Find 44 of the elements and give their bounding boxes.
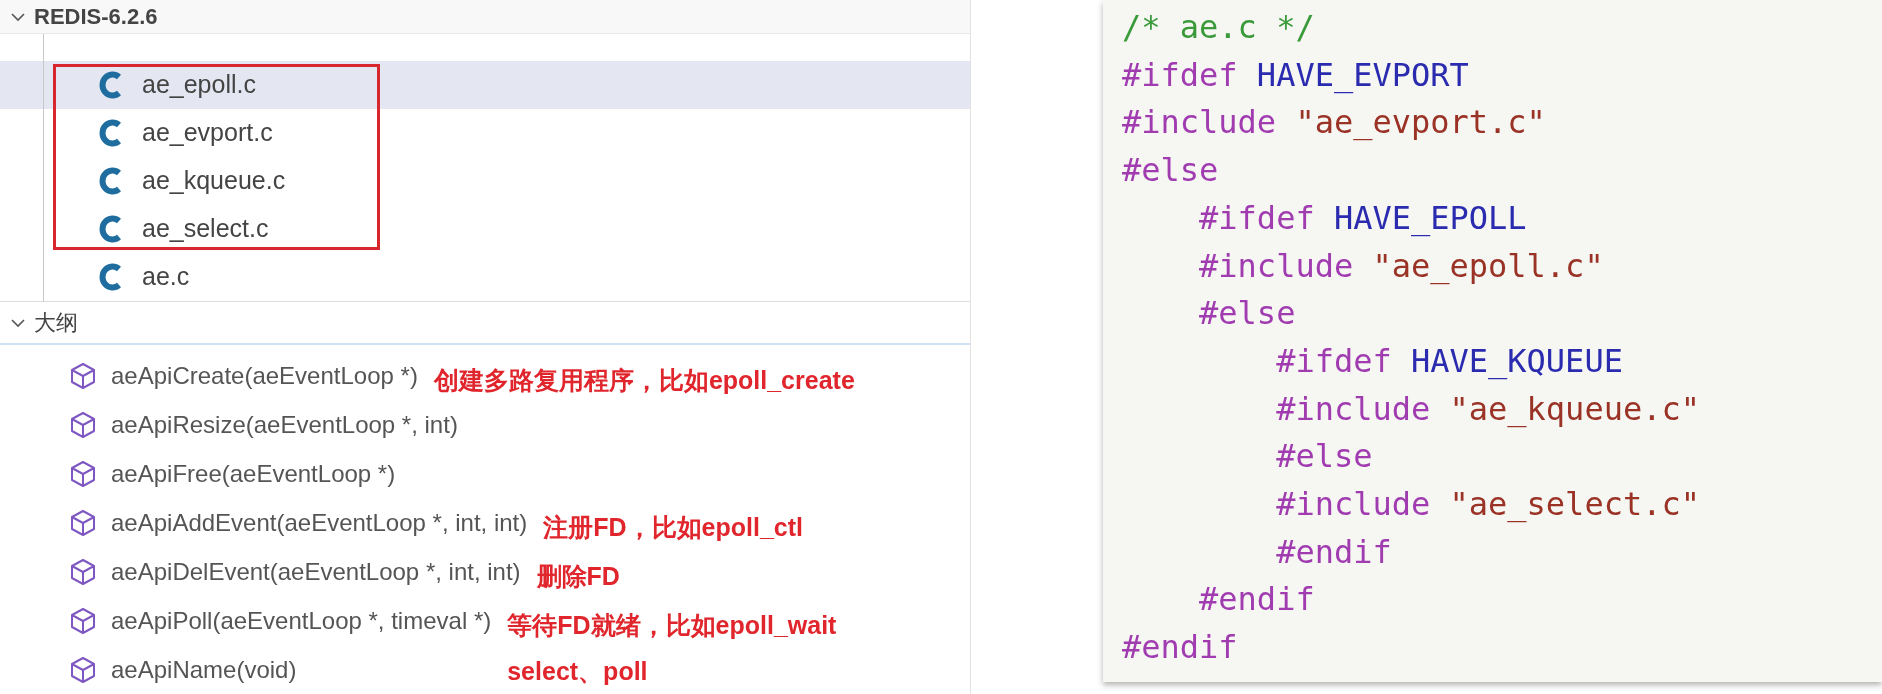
code-line: #include "ae_evport.c" xyxy=(1122,102,1546,144)
file-item[interactable]: ae_evport.c xyxy=(0,109,970,157)
file-item[interactable]: ae_kqueue.c xyxy=(0,157,970,205)
annotation: 创建多路复用程序，比如epoll_create xyxy=(433,365,855,396)
outline-item[interactable]: aeApiFree(aeEventLoop *) xyxy=(111,455,396,492)
code-line: #endif xyxy=(1275,531,1392,573)
cube-icon xyxy=(69,655,97,684)
c-file-icon xyxy=(98,167,124,195)
code-line: #ifdef HAVE_KQUEUE xyxy=(1275,340,1623,382)
section-title[interactable]: 大纲 xyxy=(34,306,78,339)
cube-icon xyxy=(69,361,97,390)
file-item[interactable]: ae_select.c xyxy=(0,205,970,253)
outline-item[interactable]: aeApiDelEvent(aeEventLoop *, int, int) xyxy=(111,553,521,590)
annotation: 等待FD就绪，比如epoll_wait select、poll xyxy=(507,610,837,687)
c-file-icon xyxy=(98,71,124,99)
outline-item[interactable]: aeApiResize(aeEventLoop *, int) xyxy=(111,406,458,443)
outline-item[interactable]: aeApiAddEvent(aeEventLoop *, int, int) xyxy=(111,504,528,541)
c-file-icon xyxy=(98,119,124,147)
code-line: #include "ae_epoll.c" xyxy=(1198,245,1604,287)
code-line: #else xyxy=(1122,150,1219,192)
file-item[interactable]: ae.c xyxy=(0,253,970,301)
cube-icon xyxy=(69,508,97,537)
code-line: #endif xyxy=(1122,627,1238,669)
c-file-icon xyxy=(98,263,124,291)
annotation: 删除FD xyxy=(536,561,620,592)
c-file-icon xyxy=(98,215,124,243)
code-line: /* ae.c */ xyxy=(1122,7,1315,48)
cube-icon xyxy=(69,557,97,586)
outline-item[interactable]: aeApiPoll(aeEventLoop *, timeval *) xyxy=(111,602,492,639)
file-item[interactable]: ae_epoll.c xyxy=(0,61,970,109)
code-line: #else xyxy=(1198,293,1296,335)
code-line: #ifdef HAVE_EPOLL xyxy=(1198,197,1527,239)
cube-icon xyxy=(69,410,97,439)
outline-item[interactable]: aeApiName(void) xyxy=(111,651,297,688)
code-line: #include "ae_select.c" xyxy=(1275,484,1700,526)
code-line: #endif xyxy=(1198,579,1315,621)
code-line: #ifdef HAVE_EVPORT xyxy=(1122,54,1469,96)
code-line: #include "ae_kqueue.c" xyxy=(1275,388,1700,430)
cube-icon xyxy=(69,459,97,488)
code-line: #else xyxy=(1275,436,1373,478)
annotation: 注册FD，比如epoll_ctl xyxy=(543,512,804,543)
section-title[interactable]: REDIS-6.2.6 xyxy=(34,0,158,33)
outline-item[interactable]: aeApiCreate(aeEventLoop *) xyxy=(111,357,418,394)
cube-icon xyxy=(69,606,97,635)
